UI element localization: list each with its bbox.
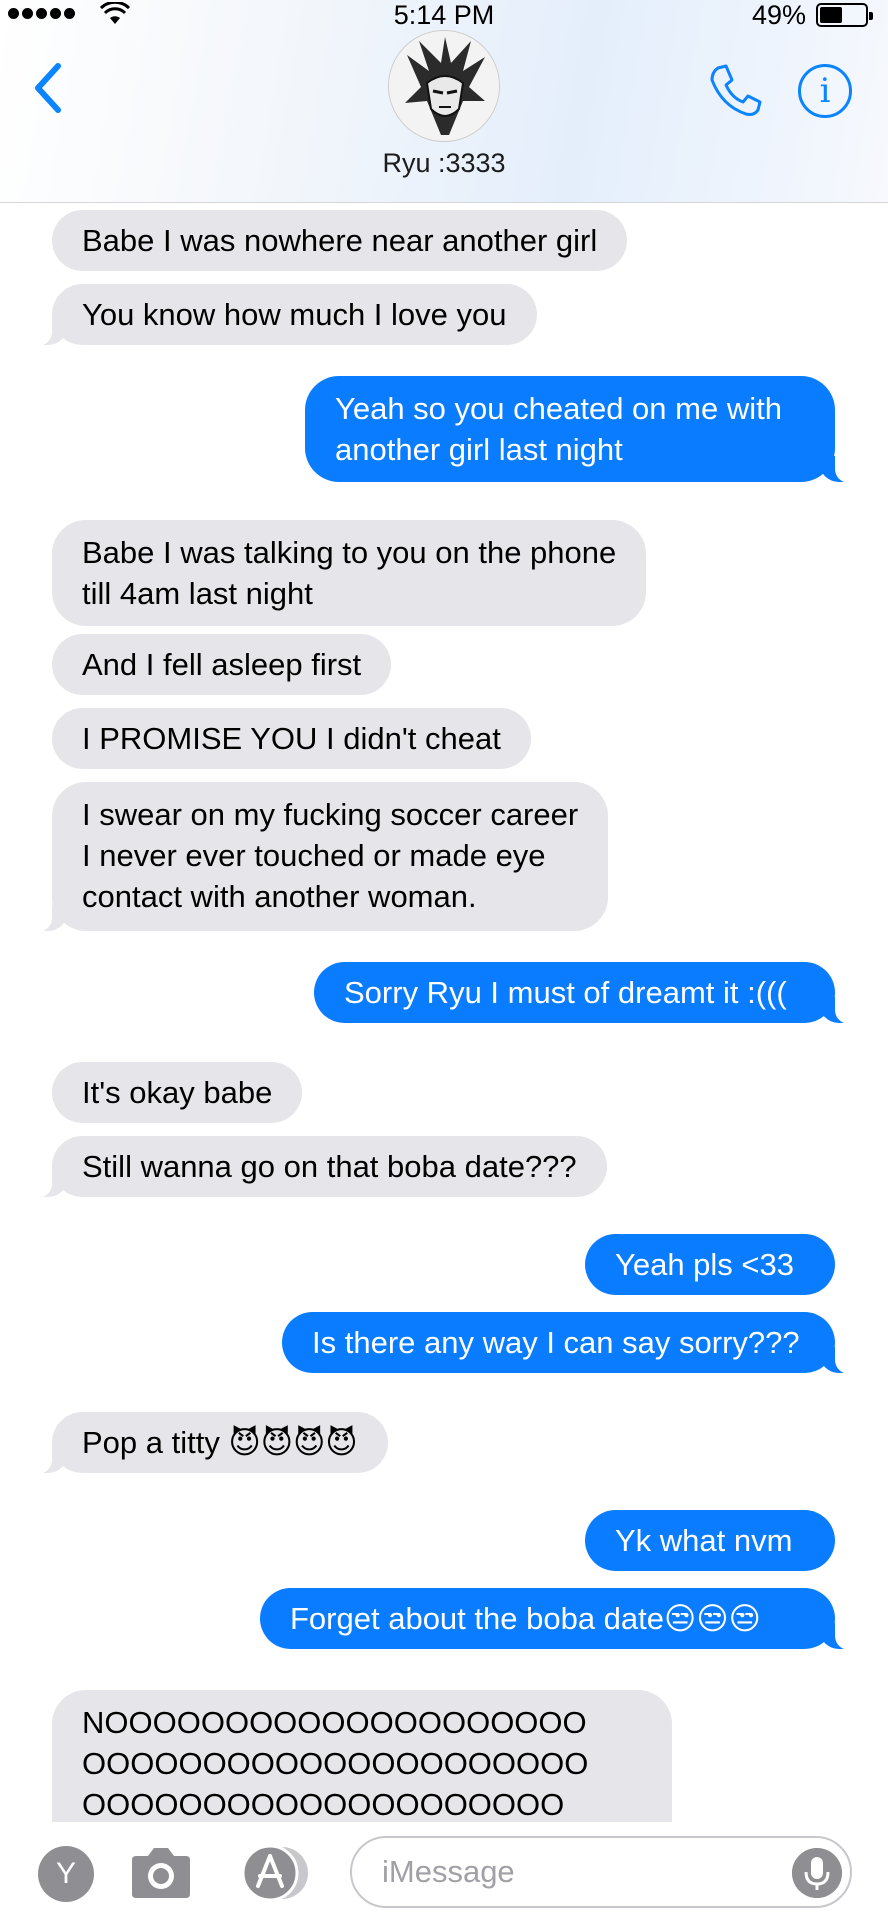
message-text: You know how much I love you [82, 297, 507, 332]
imessage-placeholder: iMessage [382, 1854, 515, 1889]
message-text: I PROMISE YOU I didn't cheat [82, 721, 501, 756]
message-text: Yeah so you cheated on me with another g… [335, 391, 782, 467]
contact-name[interactable]: Ryu :3333 [0, 148, 888, 179]
microphone-icon[interactable] [792, 1848, 842, 1898]
message-bubble-incoming[interactable]: Pop a titty 😈😈😈😈 [32, 1412, 388, 1474]
message-bubble-incoming[interactable]: I PROMISE YOU I didn't cheat [52, 708, 531, 769]
message-bubble-outgoing[interactable]: Sorry Ryu I must of dreamt it :((( [314, 962, 855, 1024]
app-drawer-y-button[interactable]: Y [38, 1846, 94, 1902]
message-text: Babe I was nowhere near another girl [82, 223, 598, 258]
message-bubble-incoming[interactable]: I swear on my fucking soccer career I ne… [31, 782, 609, 932]
message-bubble-incoming[interactable]: And I fell asleep first [52, 634, 392, 695]
message-bubble-outgoing[interactable]: Yeah pls <33 [585, 1234, 835, 1295]
message-text: NOOOOOOOOOOOOOOOOOOOO OOOOOOOOOOOOOOOOOO… [82, 1705, 589, 1822]
message-text: Yk what nvm [615, 1523, 793, 1558]
status-bar: 5:14 PM 49% [0, 0, 888, 30]
app-store-icon[interactable] [236, 1844, 314, 1902]
contact-avatar[interactable] [388, 30, 500, 142]
battery-icon [816, 3, 873, 27]
message-bubble-incoming[interactable]: Babe I was talking to you on the phone t… [52, 520, 647, 626]
message-text: Is there any way I can say sorry??? [312, 1325, 800, 1360]
message-bubble-outgoing[interactable]: Yeah so you cheated on me with another g… [305, 376, 855, 483]
message-bubble-outgoing[interactable]: Yk what nvm [585, 1510, 835, 1571]
message-thread[interactable]: Babe I was nowhere near another girl You… [0, 204, 888, 1822]
message-bubble-incoming[interactable]: Babe I was nowhere near another girl [52, 210, 628, 271]
avatar-image [389, 31, 499, 141]
phone-icon[interactable] [706, 62, 762, 118]
compose-bar: Y iMessage [0, 1822, 888, 1920]
message-text: Forget about the boba date😒😒😒 [290, 1601, 761, 1636]
imessage-input[interactable]: iMessage [350, 1836, 852, 1908]
message-text: It's okay babe [82, 1075, 273, 1110]
back-chevron-icon[interactable] [28, 60, 68, 116]
message-text: Sorry Ryu I must of dreamt it :((( [344, 975, 787, 1010]
message-bubble-incoming[interactable]: You know how much I love you [32, 284, 537, 346]
camera-icon[interactable] [128, 1844, 194, 1902]
message-text: Still wanna go on that boba date??? [82, 1149, 577, 1184]
message-text: I swear on my fucking soccer career I ne… [82, 797, 579, 914]
battery-percentage: 49% [751, 0, 806, 30]
info-icon[interactable]: i [798, 64, 852, 118]
message-bubble-outgoing[interactable]: Forget about the boba date😒😒😒 [260, 1588, 855, 1650]
message-bubble-incoming[interactable]: NOOOOOOOOOOOOOOOOOOOO OOOOOOOOOOOOOOOOOO… [52, 1690, 672, 1822]
conversation-header: 5:14 PM 49% Ryu :3333 i [0, 0, 888, 203]
message-text: Babe I was talking to you on the phone t… [82, 535, 617, 611]
message-text: Yeah pls <33 [615, 1247, 794, 1282]
message-text: Pop a titty 😈😈😈😈 [82, 1425, 358, 1460]
message-bubble-incoming[interactable]: It's okay babe [52, 1062, 303, 1123]
message-bubble-outgoing[interactable]: Is there any way I can say sorry??? [282, 1312, 855, 1374]
message-bubble-incoming[interactable]: Still wanna go on that boba date??? [32, 1136, 607, 1198]
message-text: And I fell asleep first [82, 647, 362, 682]
